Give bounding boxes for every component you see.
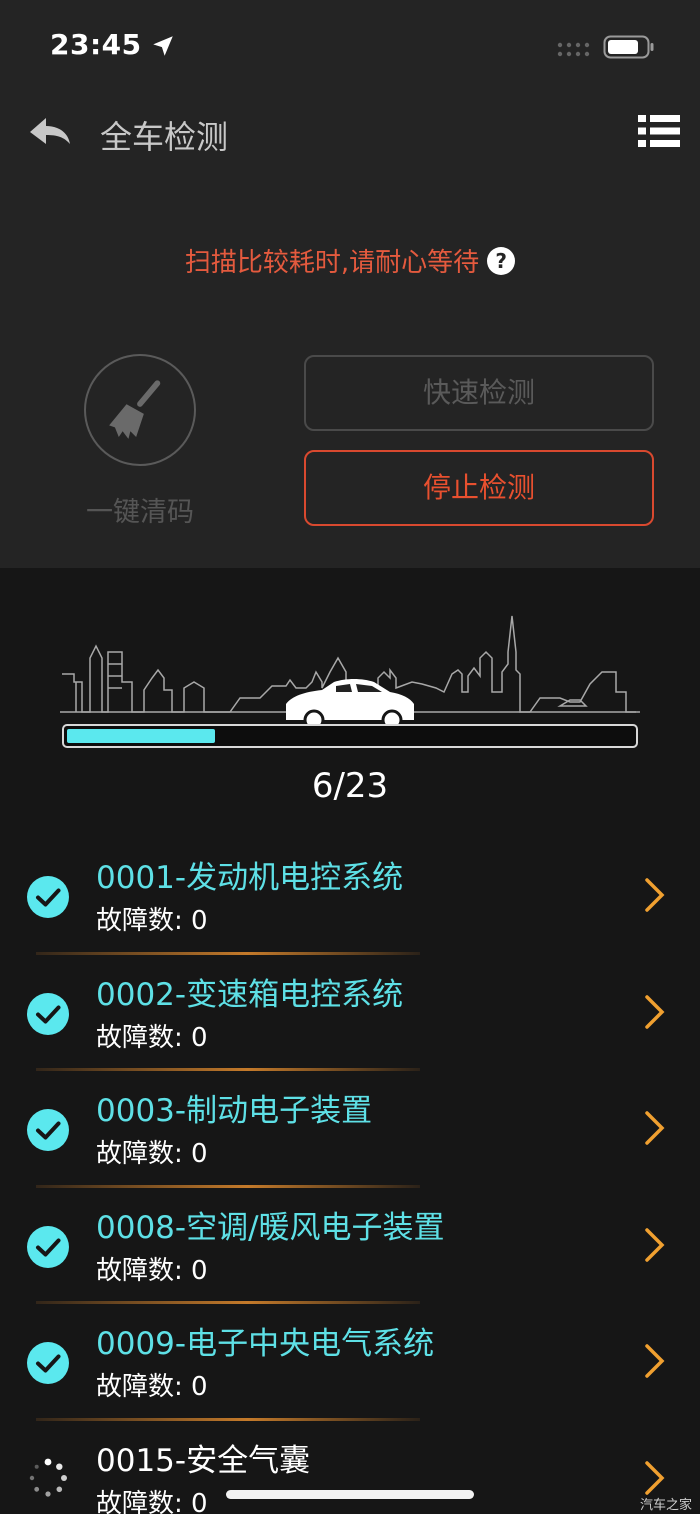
item-faults: 故障数: 0 bbox=[96, 1488, 208, 1514]
back-arrow-icon[interactable] bbox=[26, 112, 74, 152]
item-faults: 故障数: 0 bbox=[96, 1372, 208, 1402]
location-arrow-icon bbox=[153, 36, 173, 56]
item-title: 0001-发动机电控系统 bbox=[96, 860, 404, 896]
clear-codes-label: 一键清码 bbox=[86, 497, 194, 528]
list-item-0008[interactable]: 0008-空调/暖风电子装置 故障数: 0 bbox=[0, 1188, 700, 1304]
list-item-0009[interactable]: 0009-电子中央电气系统 故障数: 0 bbox=[0, 1304, 700, 1421]
list-item-0002[interactable]: 0002-变速箱电控系统 故障数: 0 bbox=[0, 955, 700, 1071]
city-skyline-car-illustration bbox=[60, 615, 640, 731]
item-title: 0015-安全气囊 bbox=[96, 1442, 311, 1479]
scan-progress-count: 6/23 bbox=[311, 766, 389, 806]
item-title: 0002-变速箱电控系统 bbox=[96, 976, 404, 1013]
status-time: 23:45 bbox=[50, 28, 142, 61]
hint-text: 扫描比较耗时,请耐心等待 bbox=[184, 248, 480, 278]
chevron-right-icon bbox=[645, 1344, 665, 1378]
car-icon bbox=[286, 679, 414, 731]
item-title: 0008-空调/暖风电子装置 bbox=[96, 1209, 445, 1246]
scan-progress-fill bbox=[67, 729, 215, 743]
stop-scan-button[interactable]: 停止检测 bbox=[304, 450, 654, 526]
scan-progress-bar bbox=[62, 724, 638, 748]
page-title: 全车检测 bbox=[100, 118, 229, 156]
hint-row: 扫描比较耗时,请耐心等待? bbox=[0, 242, 700, 282]
check-icon bbox=[27, 992, 69, 1035]
module-list: 0001-发动机电控系统 故障数: 0 0002-变速箱电控系统 故障数: 0 … bbox=[0, 838, 700, 1514]
chevron-right-icon bbox=[645, 1227, 665, 1262]
battery-icon bbox=[603, 35, 654, 59]
item-faults: 故障数: 0 bbox=[96, 906, 208, 936]
help-icon[interactable]: ? bbox=[487, 246, 516, 275]
chevron-right-icon bbox=[645, 1111, 665, 1145]
check-icon bbox=[27, 876, 69, 918]
item-title: 0003-制动电子装置 bbox=[96, 1093, 373, 1129]
top-panel: 23:45 全车检测 扫描比较耗时,请耐心等待? 一键清码 快速检测 停止检测 bbox=[0, 0, 700, 568]
quick-scan-button[interactable]: 快速检测 bbox=[304, 355, 654, 431]
clear-codes-button[interactable] bbox=[84, 354, 196, 466]
broom-icon bbox=[109, 380, 161, 439]
item-faults: 故障数: 0 bbox=[96, 1022, 208, 1053]
signal-icon bbox=[557, 42, 590, 57]
list-menu-icon[interactable] bbox=[638, 113, 680, 149]
list-item-0003[interactable]: 0003-制动电子装置 故障数: 0 bbox=[0, 1071, 700, 1188]
list-item-0015[interactable]: 0015-安全气囊 故障数: 0 bbox=[0, 1421, 700, 1514]
item-faults: 故障数: 0 bbox=[96, 1255, 208, 1286]
chevron-right-icon bbox=[645, 1460, 665, 1495]
check-icon bbox=[27, 1225, 69, 1268]
check-icon bbox=[27, 1109, 69, 1151]
home-indicator[interactable] bbox=[226, 1490, 474, 1499]
item-faults: 故障数: 0 bbox=[96, 1139, 208, 1169]
item-title: 0009-电子中央电气系统 bbox=[96, 1326, 435, 1362]
chevron-right-icon bbox=[645, 994, 665, 1029]
loading-spinner-icon bbox=[29, 1458, 67, 1497]
watermark: 汽车之家 bbox=[640, 1498, 693, 1513]
list-item-0001[interactable]: 0001-发动机电控系统 故障数: 0 bbox=[0, 838, 700, 955]
chevron-right-icon bbox=[645, 878, 665, 912]
check-icon bbox=[27, 1342, 69, 1384]
